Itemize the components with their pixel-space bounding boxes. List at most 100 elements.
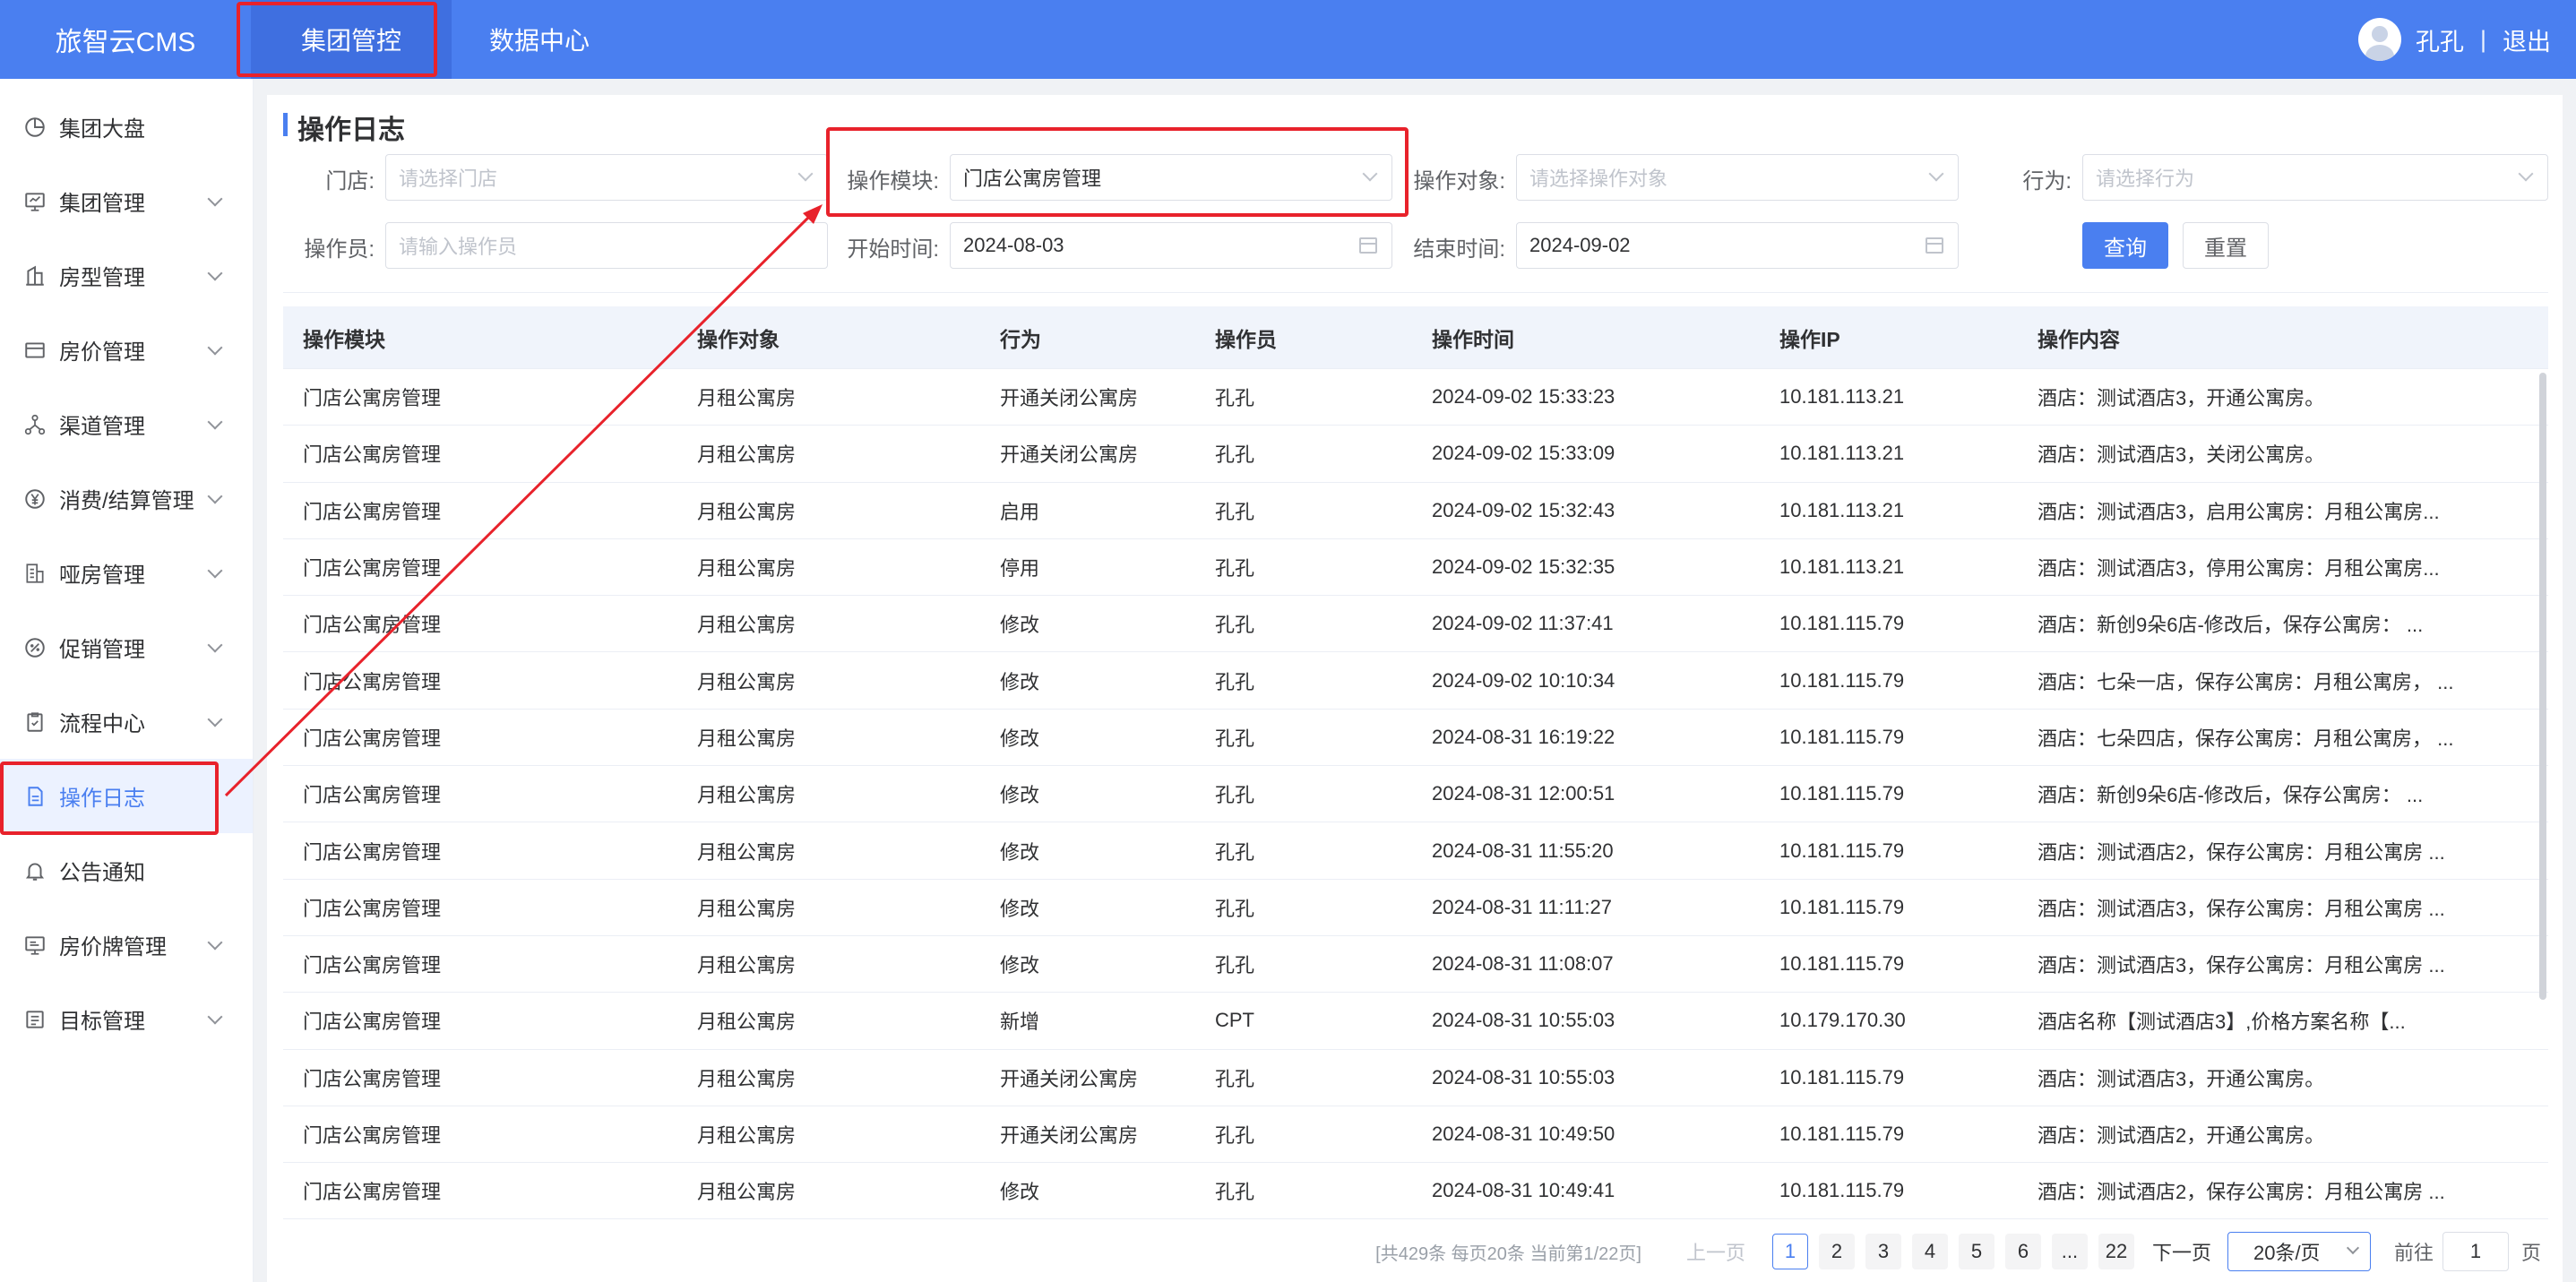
table-row[interactable]: 门店公寓房管理 月租公寓房 开通关闭公寓房 孔孔 2024-08-31 10:49:50…: [283, 1106, 2548, 1164]
column-header[interactable]: 操作时间: [1412, 323, 1760, 353]
table-cell: 月租公寓房: [697, 1181, 797, 1204]
sidebar-item-announcement[interactable]: 公告通知: [0, 833, 253, 908]
nav-group-control[interactable]: 集团管控: [251, 0, 452, 79]
table-row[interactable]: 门店公寓房管理 月租公寓房 修改 孔孔 2024-08-31 16:19:22 10.18…: [283, 710, 2548, 767]
table-cell: 修改: [1000, 1181, 1040, 1204]
table-row[interactable]: 门店公寓房管理 月租公寓房 修改 孔孔 2024-09-02 10:10:34 10.18…: [283, 652, 2548, 710]
module-select[interactable]: 门店公寓房管理: [950, 154, 1392, 201]
sidebar-item-group-management[interactable]: 集团管理: [0, 164, 253, 238]
search-button[interactable]: 查询: [2082, 222, 2168, 269]
operator-placeholder: 请输入操作员: [399, 236, 518, 258]
table-row[interactable]: 门店公寓房管理 月租公寓房 修改 孔孔 2024-09-02 11:37:41 10.18…: [283, 596, 2548, 653]
table-row[interactable]: 门店公寓房管理 月租公寓房 开通关闭公寓房 孔孔 2024-08-31 10:55:03…: [283, 1050, 2548, 1106]
table-cell: 月租公寓房: [697, 897, 797, 920]
page-ellipsis-button[interactable]: ...: [2051, 1234, 2088, 1269]
page-button-4[interactable]: 4: [1911, 1234, 1948, 1269]
sidebar-item-group-dashboard[interactable]: 集团大盘: [0, 90, 253, 164]
table-cell: CPT: [1215, 1009, 1254, 1032]
clipboard-icon: [27, 711, 43, 732]
avatar-icon[interactable]: [2357, 18, 2401, 61]
table-cell: 2024-08-31 10:49:50: [1432, 1123, 1615, 1145]
table-cell: 2024-09-02 15:33:09: [1432, 442, 1615, 465]
table-cell: 2024-09-02 15:33:23: [1432, 385, 1615, 409]
table-cell: 酒店：七朵一店，保存公寓房：月租公寓房， ...: [2038, 670, 2454, 693]
page-button-6[interactable]: 6: [2004, 1234, 2041, 1269]
table-cell: 月租公寓房: [697, 840, 797, 864]
operator-input[interactable]: 请输入操作员: [385, 222, 828, 269]
sidebar-item-price-board[interactable]: 房价牌管理: [0, 908, 253, 982]
table-row[interactable]: 门店公寓房管理 月租公寓房 开通关闭公寓房 孔孔 2024-09-02 15:33:09…: [283, 426, 2548, 483]
user-name[interactable]: 孔孔: [2416, 22, 2464, 57]
sidebar-item-channel[interactable]: 渠道管理: [0, 387, 253, 461]
operator-label: 操作员:: [304, 237, 375, 262]
column-header[interactable]: 行为: [980, 323, 1195, 353]
table-row[interactable]: 门店公寓房管理 月租公寓房 修改 孔孔 2024-08-31 12:00:51 10.18…: [283, 766, 2548, 823]
table-cell: 孔孔: [1215, 670, 1255, 693]
table-cell: 10.181.115.79: [1779, 895, 1905, 918]
prev-page-button[interactable]: 上一页: [1686, 1237, 1745, 1266]
store-select[interactable]: 请选择门店: [385, 154, 828, 201]
table-cell: 2024-09-02 10:10:34: [1432, 668, 1615, 692]
table-cell: 开通关闭公寓房: [1000, 387, 1139, 410]
sidebar-item-consumption-settlement[interactable]: 消费/结算管理: [0, 461, 253, 536]
end-date-picker[interactable]: 2024-09-02: [1516, 222, 1959, 269]
nav-data-center[interactable]: 数据中心: [452, 0, 627, 79]
table-cell: 孔孔: [1215, 840, 1255, 864]
column-header[interactable]: 操作员: [1195, 323, 1412, 353]
building-icon: [26, 265, 44, 286]
calendar-icon: [1926, 237, 1943, 254]
board-icon: [25, 935, 45, 955]
goto-page-input[interactable]: 1: [2442, 1232, 2509, 1271]
sidebar-item-target[interactable]: 目标管理: [0, 982, 253, 1056]
table-cell: 孔孔: [1215, 443, 1255, 467]
logout-link[interactable]: 退出: [2503, 22, 2551, 57]
table-cell: 开通关闭公寓房: [1000, 443, 1139, 467]
table-row[interactable]: 门店公寓房管理 月租公寓房 新增 CPT 2024-08-31 10:55:03 10.1…: [283, 993, 2548, 1050]
sidebar-item-room-type[interactable]: 房型管理: [0, 238, 253, 313]
table-cell: 孔孔: [1215, 557, 1255, 581]
action-label: 行为:: [2022, 169, 2072, 194]
table-row[interactable]: 门店公寓房管理 月租公寓房 启用 孔孔 2024-09-02 15:32:43 10.18…: [283, 483, 2548, 539]
top-nav: 集团管控 数据中心: [251, 0, 627, 79]
column-header[interactable]: 操作IP: [1760, 323, 2018, 353]
page-button-22[interactable]: 22: [2098, 1234, 2134, 1269]
table-cell: 修改: [1000, 840, 1040, 864]
sidebar-item-dummy-room[interactable]: 哑房管理: [0, 536, 253, 610]
start-time-label: 开始时间:: [847, 237, 939, 262]
page-button-1[interactable]: 1: [1771, 1234, 1808, 1269]
table-cell: 2024-08-31 11:11:27: [1432, 895, 1613, 918]
page-size-select[interactable]: 20条/页: [2227, 1232, 2371, 1271]
start-date-picker[interactable]: 2024-08-03: [950, 222, 1392, 269]
table-row[interactable]: 门店公寓房管理 月租公寓房 停用 孔孔 2024-09-02 15:32:35 10.18…: [283, 539, 2548, 597]
sidebar-item-promotion[interactable]: 促销管理: [0, 610, 253, 684]
sidebar-item-label: 操作日志: [59, 787, 145, 811]
network-icon: [24, 414, 46, 435]
table-row[interactable]: 门店公寓房管理 月租公寓房 修改 孔孔 2024-08-31 10:49:41 10.18…: [283, 1163, 2548, 1220]
store-label: 门店:: [325, 169, 375, 194]
page-button-3[interactable]: 3: [1865, 1234, 1901, 1269]
object-placeholder: 请选择操作对象: [1529, 168, 1668, 190]
table-cell: 酒店：新创9朵6店-修改后，保存公寓房： ...: [2038, 614, 2424, 637]
action-select[interactable]: 请选择行为: [2082, 154, 2548, 201]
chevron-down-icon: [207, 340, 223, 356]
table-row[interactable]: 门店公寓房管理 月租公寓房 开通关闭公寓房 孔孔 2024-09-02 15:33:23…: [283, 369, 2548, 426]
table-row[interactable]: 门店公寓房管理 月租公寓房 修改 孔孔 2024-08-31 11:08:07 10.18…: [283, 936, 2548, 994]
table-row[interactable]: 门店公寓房管理 月租公寓房 修改 孔孔 2024-08-31 11:11:27 10.18…: [283, 880, 2548, 936]
sidebar-item-process-center[interactable]: 流程中心: [0, 684, 253, 759]
page-button-5[interactable]: 5: [1958, 1234, 1994, 1269]
column-header[interactable]: 操作模块: [283, 323, 677, 353]
table-cell: 孔孔: [1215, 784, 1255, 807]
next-page-button[interactable]: 下一页: [2152, 1237, 2211, 1266]
reset-button[interactable]: 重置: [2183, 222, 2269, 269]
table-cell: 孔孔: [1215, 614, 1255, 637]
table-cell: 门店公寓房管理: [303, 897, 442, 920]
table-body: 门店公寓房管理 月租公寓房 开通关闭公寓房 孔孔 2024-09-02 15:33:23…: [283, 369, 2548, 1220]
table-scrollbar[interactable]: [2539, 373, 2546, 1000]
sidebar-item-operation-log[interactable]: 操作日志: [0, 759, 253, 833]
object-select[interactable]: 请选择操作对象: [1516, 154, 1959, 201]
page-button-2[interactable]: 2: [1818, 1234, 1855, 1269]
column-header[interactable]: 操作对象: [677, 323, 980, 353]
sidebar-item-room-price[interactable]: 房价管理: [0, 313, 253, 387]
column-header[interactable]: 操作内容: [2018, 323, 2520, 353]
table-row[interactable]: 门店公寓房管理 月租公寓房 修改 孔孔 2024-08-31 11:55:20 10.18…: [283, 822, 2548, 880]
